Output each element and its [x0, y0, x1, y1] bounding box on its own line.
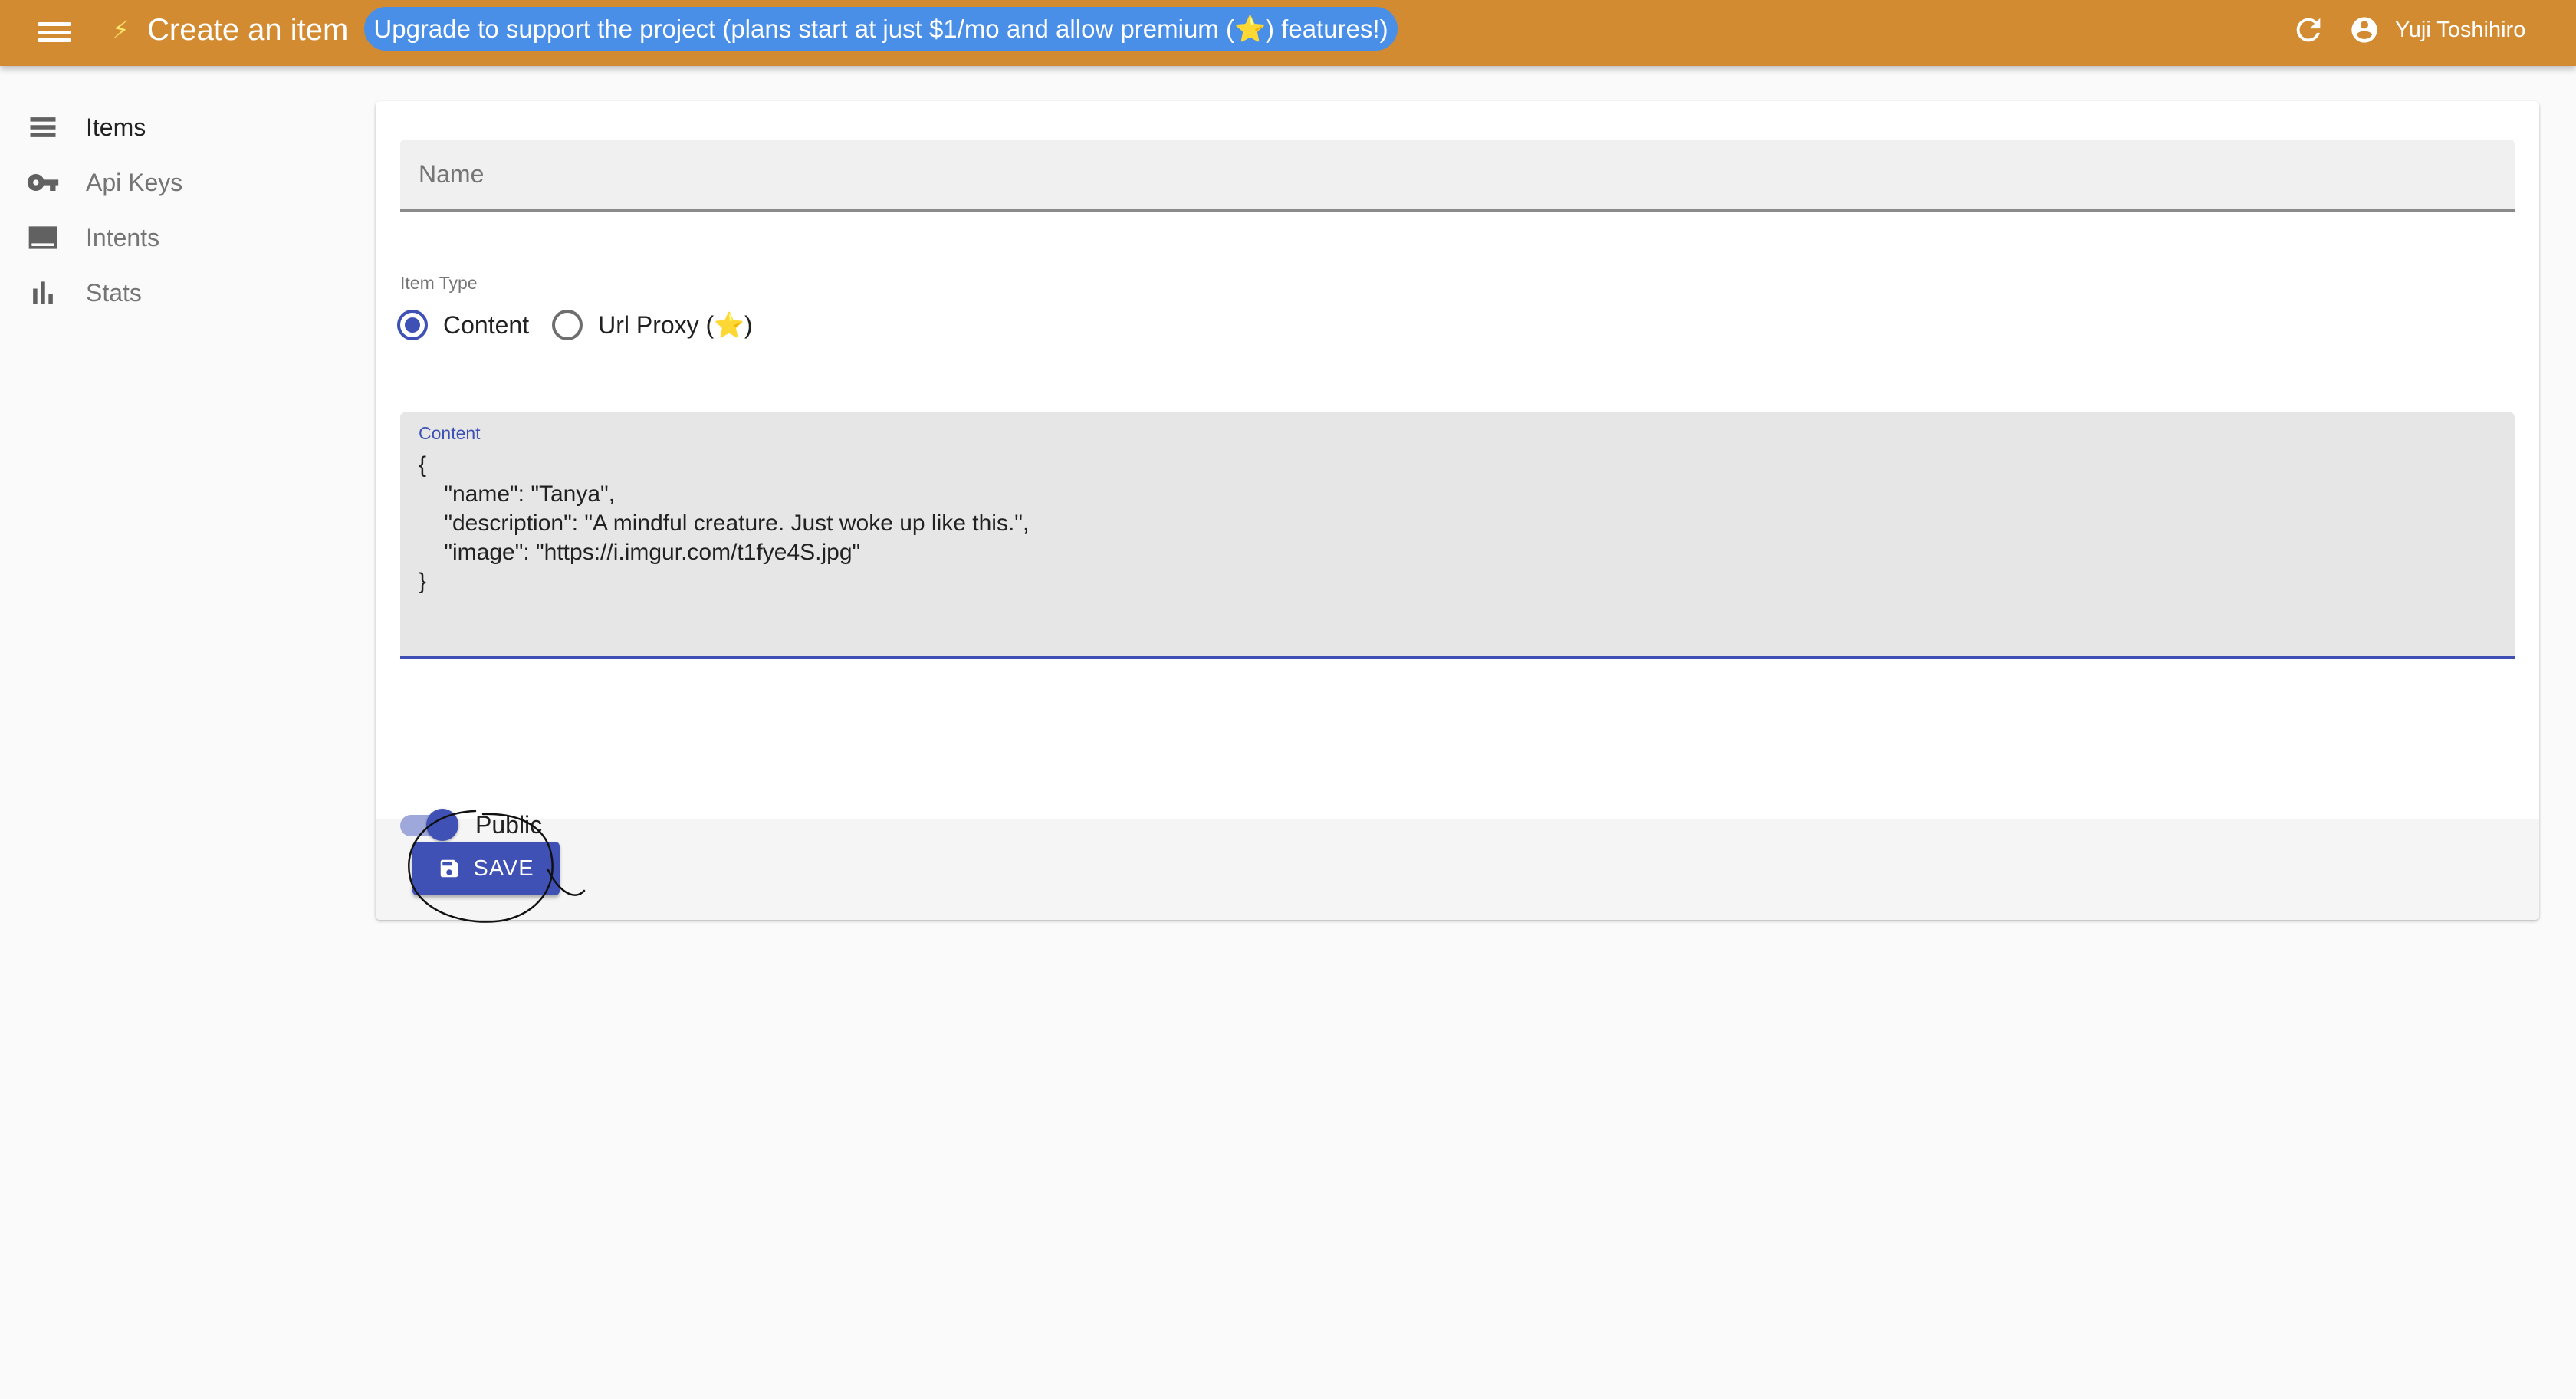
refresh-icon[interactable]	[2291, 12, 2326, 48]
floppy-disk-icon	[441, 859, 458, 878]
page-title: Create an item	[147, 13, 349, 47]
toggle-switch[interactable]	[400, 809, 458, 841]
sidebar-item-items[interactable]: Items	[0, 100, 353, 155]
radio-content[interactable]: Content	[397, 310, 529, 340]
radio-url-proxy[interactable]: Url Proxy (⭐)	[552, 310, 753, 340]
public-label: Public	[475, 810, 543, 839]
item-type-label: Item Type	[400, 273, 478, 293]
content-textarea[interactable]: Content { "name": "Tanya", "description"…	[400, 412, 2515, 659]
menu-icon[interactable]	[38, 18, 71, 46]
star-icon: ⭐	[714, 311, 745, 339]
radio-label: Url Proxy (⭐)	[598, 311, 753, 339]
sidebar-item-stats[interactable]: Stats	[0, 265, 353, 320]
public-toggle[interactable]: Public	[400, 802, 542, 848]
app-bar: ⚡ Create an item Upgrade to support the …	[0, 0, 2576, 66]
content-label: Content	[419, 423, 481, 443]
key-icon	[27, 174, 59, 191]
bolt-icon: ⚡	[112, 16, 130, 44]
save-label: SAVE	[473, 855, 534, 881]
intents-icon	[28, 226, 58, 249]
user-menu[interactable]: Yuji Toshihiro	[2349, 12, 2525, 48]
upgrade-banner[interactable]: Upgrade to support the project (plans st…	[364, 7, 1398, 51]
sidebar-item-label: Items	[86, 113, 146, 141]
sidebar-item-label: Api Keys	[86, 168, 183, 196]
list-icon	[30, 117, 56, 137]
sidebar-item-intents[interactable]: Intents	[0, 210, 353, 265]
content-value: { "name": "Tanya", "description": "A min…	[419, 452, 1030, 594]
sidebar-item-label: Stats	[86, 278, 142, 307]
form-toolbar	[376, 819, 2539, 920]
user-name: Yuji Toshihiro	[2395, 17, 2526, 42]
sidebar-item-label: Intents	[86, 223, 160, 251]
name-placeholder: Name	[419, 160, 485, 188]
create-item-form: Name Item Type Content Url Proxy (⭐) Con…	[376, 101, 2539, 920]
radio-unchecked-icon	[552, 310, 583, 340]
bar-chart-icon	[33, 281, 53, 304]
sidebar-item-api-keys[interactable]: Api Keys	[0, 155, 353, 210]
item-type-group: Content Url Proxy (⭐)	[397, 302, 776, 348]
sidebar: Items Api Keys Intents Stats	[0, 100, 353, 320]
name-input[interactable]: Name	[400, 140, 2515, 212]
radio-checked-icon	[397, 310, 428, 340]
account-icon	[2351, 17, 2377, 43]
save-button[interactable]: SAVE	[412, 842, 560, 895]
radio-label: Content	[443, 310, 530, 339]
